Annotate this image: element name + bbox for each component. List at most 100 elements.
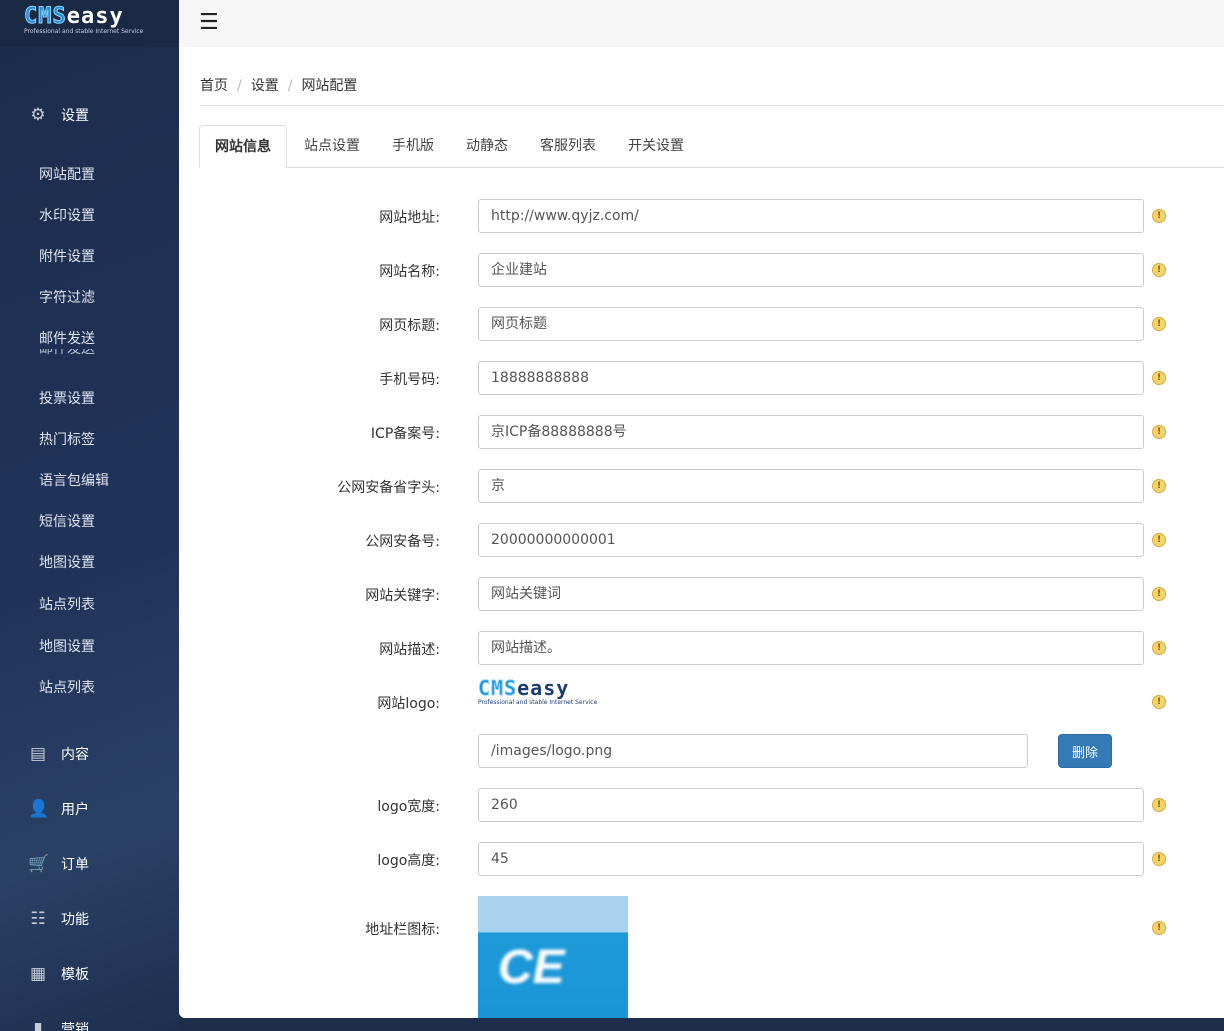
logo-path-input[interactable]: /images/logo.png: [478, 734, 1028, 768]
sidebar-group-label: 营销: [61, 1022, 89, 1031]
sidebar-item[interactable]: 地图设置: [39, 552, 95, 572]
form-row: logo高度: 45!: [179, 842, 1224, 876]
logo-tagline: Professional and stable Internet Service: [478, 699, 598, 706]
field-input[interactable]: 网页标题: [478, 307, 1144, 341]
sidebar-ghost-item: 邮件发送: [39, 349, 95, 357]
field-input[interactable]: 京: [478, 469, 1144, 503]
form-row: 网站关键字: 网站关键词!: [179, 577, 1224, 611]
user-icon: 👤: [28, 799, 50, 819]
logo-cms: CMS: [24, 4, 67, 29]
sidebar-group-label: 订单: [61, 857, 89, 873]
field-label: 公网安备省字头:: [337, 480, 440, 496]
info-icon[interactable]: !: [1152, 479, 1166, 493]
sidebar-group-label: 内容: [61, 747, 89, 763]
field-label: logo宽度:: [377, 799, 440, 815]
sidebar-item[interactable]: 地图设置: [39, 636, 95, 656]
info-icon[interactable]: !: [1152, 587, 1166, 601]
form-row: 网站logo: CMSeasy Professional and stable In…: [179, 677, 1224, 719]
info-icon[interactable]: !: [1152, 695, 1166, 709]
sidebar-item[interactable]: 短信设置: [39, 511, 95, 531]
info-icon[interactable]: !: [1152, 852, 1166, 866]
logo-cms: CMS: [477, 676, 518, 700]
delete-logo-button[interactable]: 删除: [1058, 734, 1112, 768]
field-input[interactable]: 网站描述。: [478, 631, 1144, 665]
sidebar-group-grid[interactable]: ▦ 模板: [28, 964, 89, 984]
info-icon[interactable]: !: [1152, 641, 1166, 655]
form-row: ICP备案号: 京ICP备88888888号!: [179, 415, 1224, 449]
tab-bar: 网站信息 站点设置 手机版 动静态 客服列表 开关设置: [199, 125, 1224, 168]
tab-1[interactable]: 站点设置: [289, 125, 375, 167]
field-label: 手机号码:: [379, 372, 440, 388]
field-input[interactable]: 20000000000001: [478, 523, 1144, 557]
field-label: 网站名称:: [379, 264, 440, 280]
info-icon[interactable]: !: [1152, 533, 1166, 547]
field-label: ICP备案号:: [370, 426, 440, 442]
sidebar-item[interactable]: 热门标签: [39, 429, 95, 449]
list-icon: ▤: [29, 744, 47, 764]
tab-5[interactable]: 开关设置: [613, 125, 699, 167]
logo-easy: easy: [517, 676, 570, 700]
sidebar-item[interactable]: 站点列表: [39, 677, 95, 697]
field-label: 公网安备号:: [365, 534, 440, 550]
form-row: 网页标题: 网页标题!: [179, 307, 1224, 341]
tab-0[interactable]: 网站信息: [199, 125, 287, 168]
cmseasy-logo[interactable]: CMSeasy Professional and stable Internet…: [0, 0, 179, 47]
sidebar-item[interactable]: 语言包编辑: [39, 470, 109, 490]
form-row: 公网安备号: 20000000000001!: [179, 523, 1224, 557]
favicon-text: CE: [498, 941, 565, 994]
info-icon[interactable]: !: [1152, 921, 1166, 935]
table-icon: ☷: [30, 909, 46, 929]
chart-icon: ▮: [33, 1019, 43, 1031]
sidebar-item[interactable]: 水印设置: [39, 205, 95, 225]
logo-tagline: Professional and stable Internet Service: [24, 28, 144, 35]
field-label: 网页标题:: [379, 318, 440, 334]
breadcrumb-settings[interactable]: 设置: [251, 78, 279, 94]
field-label: 网站描述:: [379, 642, 440, 658]
logo-width-input[interactable]: 260: [478, 788, 1144, 822]
sidebar-item[interactable]: 网站配置: [39, 164, 95, 184]
sidebar-group-cart[interactable]: 🛒 订单: [28, 854, 89, 874]
info-icon[interactable]: !: [1152, 425, 1166, 439]
sidebar-group-settings[interactable]: ⚙ 设置: [28, 105, 89, 125]
sidebar-item[interactable]: 邮件发送: [39, 328, 95, 348]
field-input[interactable]: 企业建站: [478, 253, 1144, 287]
tab-2[interactable]: 手机版: [377, 125, 449, 167]
logo-preview: CMSeasy Professional and stable Internet …: [477, 676, 598, 707]
field-input[interactable]: 京ICP备88888888号: [478, 415, 1144, 449]
sidebar-group-table[interactable]: ☷ 功能: [28, 909, 89, 929]
menu-toggle-icon[interactable]: ☰: [199, 10, 219, 35]
field-label: 地址栏图标:: [365, 922, 440, 938]
tab-3[interactable]: 动静态: [451, 125, 523, 167]
sidebar-group-user[interactable]: 👤 用户: [28, 799, 89, 819]
breadcrumb-current: 网站配置: [301, 78, 358, 94]
form-row: 手机号码: 18888888888!: [179, 361, 1224, 395]
top-bar: ☰: [179, 0, 1224, 47]
field-label: 网站地址:: [379, 210, 440, 226]
main-content: 首页 / 设置 / 网站配置 网站信息 站点设置 手机版 动静态 客服列表 开关设置 网站地址: h…: [179, 47, 1224, 1018]
sidebar-group-chart[interactable]: ▮ 营销: [28, 1019, 89, 1031]
sidebar-item[interactable]: 投票设置: [39, 388, 95, 408]
sidebar-item[interactable]: 站点列表: [39, 594, 95, 614]
form-row: 网站描述: 网站描述。!: [179, 631, 1224, 665]
form-row: 网站地址: http://www.qyjz.com/!: [179, 199, 1224, 233]
gear-icon: ⚙: [30, 105, 46, 125]
logo-easy: easy: [66, 4, 124, 29]
form-row: 公网安备省字头: 京!: [179, 469, 1224, 503]
field-input[interactable]: 网站关键词: [478, 577, 1144, 611]
tab-4[interactable]: 客服列表: [525, 125, 611, 167]
info-icon[interactable]: !: [1152, 263, 1166, 277]
sidebar-group-list[interactable]: ▤ 内容: [28, 744, 89, 764]
info-icon[interactable]: !: [1152, 317, 1166, 331]
info-icon[interactable]: !: [1152, 798, 1166, 812]
info-icon[interactable]: !: [1152, 209, 1166, 223]
field-label: 网站logo:: [377, 696, 440, 712]
logo-height-input[interactable]: 45: [478, 842, 1144, 876]
form-row: 网站名称: 企业建站!: [179, 253, 1224, 287]
field-input[interactable]: http://www.qyjz.com/: [478, 199, 1144, 233]
sidebar-item[interactable]: 字符过滤: [39, 287, 95, 307]
breadcrumb-home[interactable]: 首页: [200, 78, 228, 94]
form-row: 地址栏图标: CE!: [179, 896, 1224, 1018]
info-icon[interactable]: !: [1152, 371, 1166, 385]
field-input[interactable]: 18888888888: [478, 361, 1144, 395]
sidebar-item[interactable]: 附件设置: [39, 246, 95, 266]
